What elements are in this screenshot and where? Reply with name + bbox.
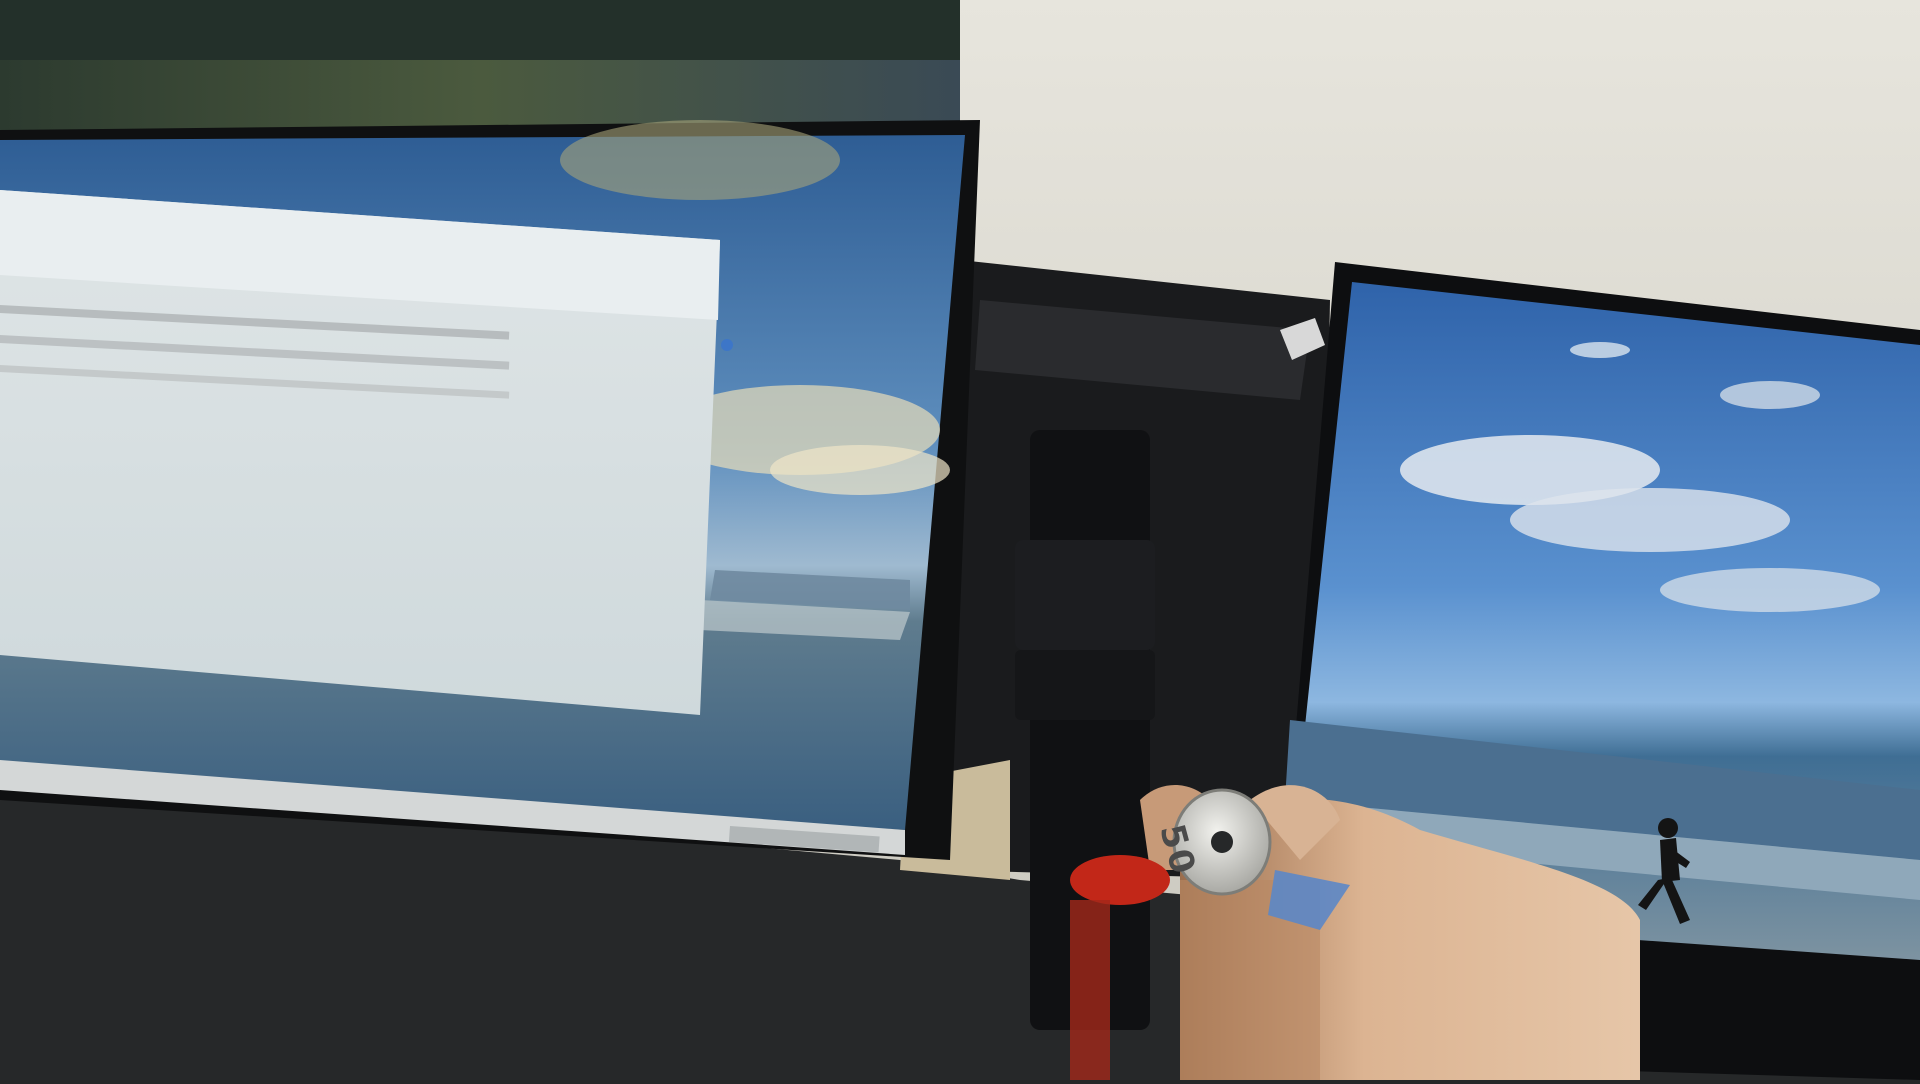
cloud	[560, 120, 840, 200]
photo-scene: 50	[0, 0, 1920, 1080]
red-object	[1070, 855, 1170, 905]
user-icon	[721, 339, 733, 351]
photo-illustration	[0, 0, 1920, 1080]
